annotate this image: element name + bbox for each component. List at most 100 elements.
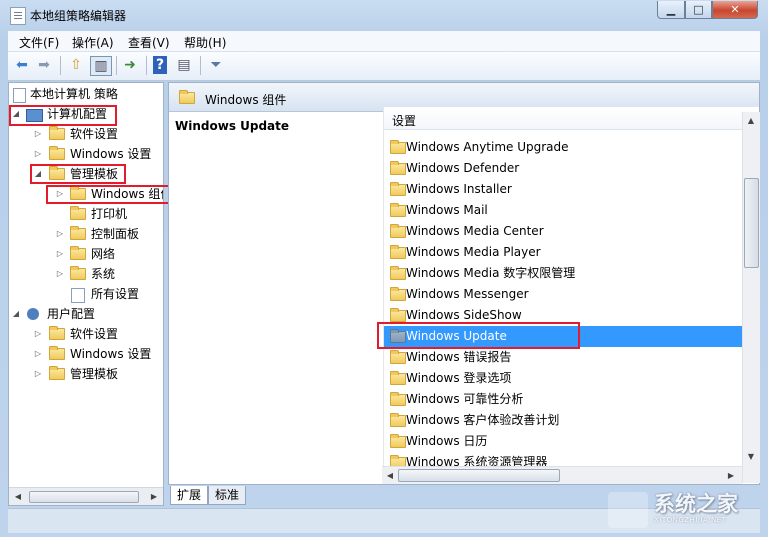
- scroll-right-icon[interactable]: ▶: [147, 490, 161, 503]
- list-item[interactable]: Windows Anytime Upgrade: [384, 137, 744, 158]
- tree-root-label: 本地计算机 策略: [30, 87, 118, 101]
- list-item[interactable]: Windows Installer: [384, 179, 744, 200]
- folder-icon: [390, 140, 406, 154]
- forward-arrow-icon[interactable]: ➡: [34, 56, 54, 74]
- list-item-label: Windows Messenger: [406, 287, 529, 301]
- up-folder-icon[interactable]: ⇧: [66, 56, 86, 74]
- tree-label: 打印机: [91, 207, 128, 221]
- tree-node-uc-software[interactable]: ▷ 软件设置: [9, 324, 163, 344]
- properties-icon[interactable]: ▤: [174, 56, 194, 74]
- tree-horizontal-scrollbar[interactable]: ◀ ▶: [9, 487, 163, 505]
- tree-node-cc-software[interactable]: ▷ 软件设置: [9, 124, 163, 144]
- menu-help[interactable]: 帮助(H): [184, 34, 226, 51]
- list-item[interactable]: Windows Messenger: [384, 284, 744, 305]
- folder-icon: [70, 246, 86, 260]
- list-item[interactable]: Windows 登录选项: [384, 368, 744, 389]
- watermark-url: XITONGZHIJIA.NET: [654, 516, 727, 524]
- menu-view[interactable]: 查看(V): [128, 34, 170, 51]
- export-list-icon[interactable]: ➜: [120, 56, 140, 74]
- help-icon[interactable]: ?: [153, 56, 167, 74]
- list-item[interactable]: Windows Media Player: [384, 242, 744, 263]
- toolbar-separator: [200, 56, 201, 75]
- tree-node-network[interactable]: ▷ 网络: [9, 244, 163, 264]
- expand-arrow-icon[interactable]: ▷: [55, 224, 65, 244]
- tree-node-uc-admin[interactable]: ▷ 管理模板: [9, 364, 163, 384]
- list-item[interactable]: Windows Defender: [384, 158, 744, 179]
- all-settings-icon: [71, 288, 85, 303]
- scroll-thumb[interactable]: [29, 491, 139, 503]
- site-watermark: 系统之家 XITONGZHIJIA.NET: [598, 488, 758, 532]
- tree-node-cc-windows[interactable]: ▷ Windows 设置: [9, 144, 163, 164]
- scroll-left-icon[interactable]: ◀: [383, 469, 397, 482]
- list-item[interactable]: Windows 客户体验改善计划: [384, 410, 744, 431]
- tree-label: 所有设置: [91, 287, 140, 301]
- expand-arrow-icon[interactable]: ▷: [33, 344, 43, 364]
- maximize-button[interactable]: □: [685, 1, 712, 19]
- list-item-label: Windows Installer: [406, 182, 512, 196]
- tree-node-control-panel[interactable]: ▷ 控制面板: [9, 224, 163, 244]
- folder-icon: [390, 182, 406, 196]
- expand-arrow-icon[interactable]: ▷: [55, 264, 65, 284]
- folder-icon: [70, 206, 86, 220]
- content-header-title: Windows 组件: [205, 93, 287, 107]
- list-horizontal-scrollbar[interactable]: ◀ ▶: [382, 466, 742, 484]
- show-hide-tree-icon[interactable]: ▥: [90, 56, 112, 76]
- tree-node-root[interactable]: 本地计算机 策略: [9, 84, 163, 104]
- expand-arrow-icon[interactable]: ▷: [33, 124, 43, 144]
- list-item-label: Windows 日历: [406, 434, 488, 448]
- expand-arrow-icon[interactable]: ▷: [55, 244, 65, 264]
- toolbar: ⬅ ➡ ⇧ ▥ ➜ ? ▤ ⏷: [8, 52, 760, 81]
- scroll-thumb[interactable]: [398, 469, 560, 482]
- list-item-label: Windows 客户体验改善计划: [406, 413, 560, 427]
- tree-node-printers[interactable]: 打印机: [9, 204, 163, 224]
- scroll-down-icon[interactable]: ▼: [744, 450, 758, 463]
- list-item[interactable]: Windows 可靠性分析: [384, 389, 744, 410]
- expand-arrow-icon[interactable]: ▷: [33, 324, 43, 344]
- folder-icon: [390, 392, 406, 406]
- menu-bar: 文件(F) 操作(A) 查看(V) 帮助(H): [8, 31, 760, 52]
- toolbar-separator: [146, 56, 147, 75]
- tree-node-uc-windows[interactable]: ▷ Windows 设置: [9, 344, 163, 364]
- scroll-thumb[interactable]: [744, 178, 759, 268]
- list-item[interactable]: Windows 错误报告: [384, 347, 744, 368]
- expand-arrow-icon[interactable]: ▷: [33, 364, 43, 384]
- folder-icon: [390, 413, 406, 427]
- expand-arrow-icon[interactable]: ▷: [33, 144, 43, 164]
- watermark-text: 系统之家: [654, 492, 738, 516]
- column-label: 设置: [392, 114, 417, 128]
- folder-icon: [390, 245, 406, 259]
- list-item[interactable]: Windows Mail: [384, 200, 744, 221]
- scroll-left-icon[interactable]: ◀: [11, 490, 25, 503]
- collapse-arrow-icon[interactable]: ◢: [11, 304, 21, 324]
- scroll-right-icon[interactable]: ▶: [724, 469, 738, 482]
- menu-action[interactable]: 操作(A): [72, 34, 114, 51]
- scroll-up-icon[interactable]: ▲: [744, 114, 758, 127]
- folder-icon: [390, 287, 406, 301]
- tree-node-user-config[interactable]: ◢ 用户配置: [9, 304, 163, 324]
- tree-node-system[interactable]: ▷ 系统: [9, 264, 163, 284]
- filter-icon[interactable]: ⏷: [206, 56, 226, 74]
- list-item[interactable]: Windows Media 数字权限管理: [384, 263, 744, 284]
- user-icon: [27, 308, 39, 320]
- back-arrow-icon[interactable]: ⬅: [12, 56, 32, 74]
- highlight-admin-templates: [30, 164, 126, 184]
- tree-node-all-settings[interactable]: 所有设置: [9, 284, 163, 304]
- watermark-logo-icon: [608, 492, 648, 528]
- tab-standard[interactable]: 标准: [208, 486, 247, 505]
- folder-icon: [390, 203, 406, 217]
- list-item[interactable]: Windows 日历: [384, 431, 744, 452]
- list-vertical-scrollbar[interactable]: ▲ ▼: [742, 112, 760, 483]
- menu-file[interactable]: 文件(F): [19, 34, 59, 51]
- folder-icon: [70, 266, 86, 280]
- minimize-button[interactable]: ▁: [657, 1, 685, 19]
- tree-label: 管理模板: [70, 367, 119, 381]
- policy-doc-icon: [13, 88, 26, 103]
- list-item-label: Windows 错误报告: [406, 350, 512, 364]
- folder-icon: [49, 126, 65, 140]
- title-bar: 本地组策略编辑器 ▁ □ ✕: [0, 0, 768, 30]
- folder-icon: [179, 90, 195, 104]
- list-item[interactable]: Windows Media Center: [384, 221, 744, 242]
- close-button[interactable]: ✕: [712, 1, 758, 19]
- column-header-setting[interactable]: 设置 ▲: [384, 107, 759, 130]
- tab-extended[interactable]: 扩展: [170, 486, 209, 505]
